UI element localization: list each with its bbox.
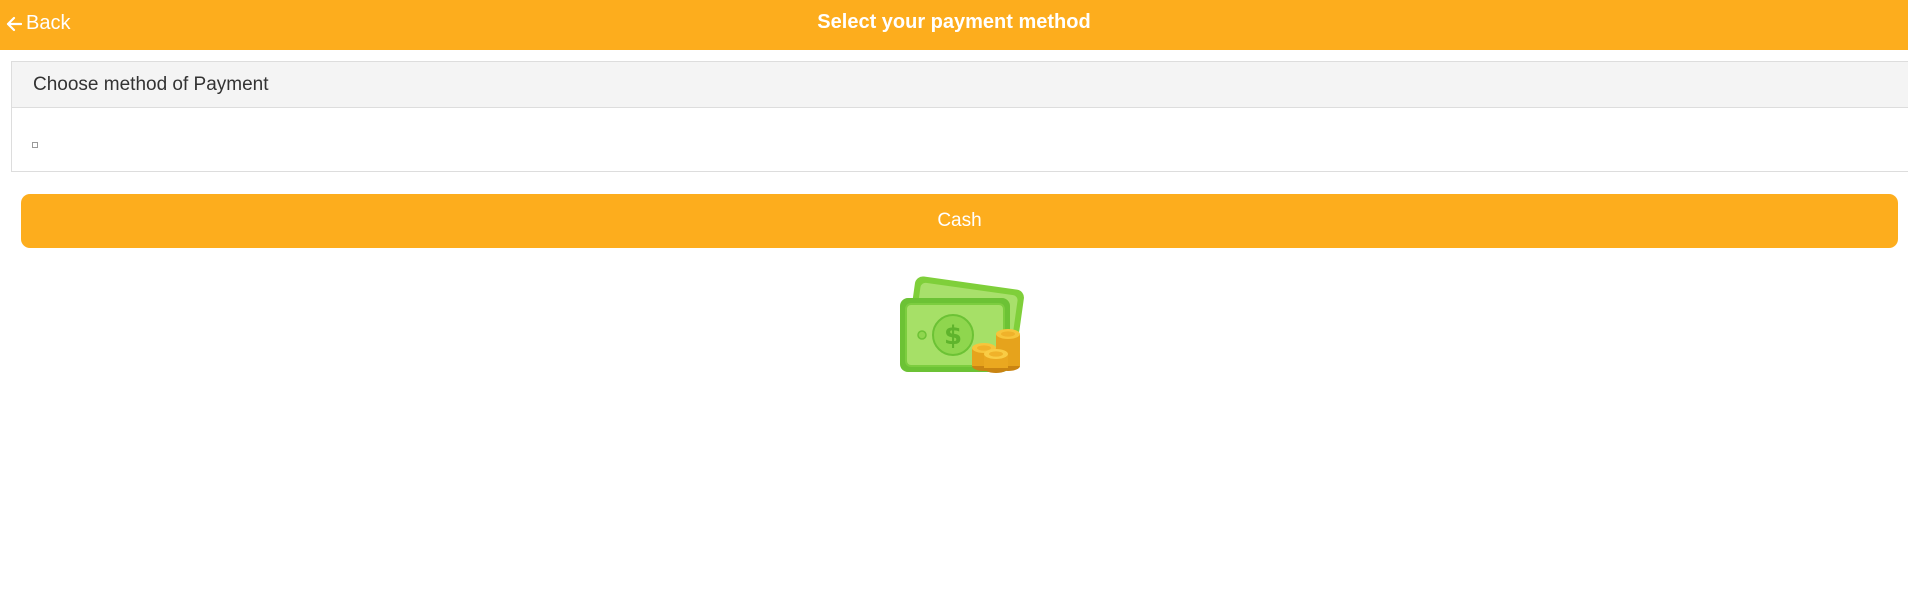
cash-button[interactable]: Cash <box>21 194 1898 248</box>
panel-heading: Choose method of Payment <box>12 62 1908 108</box>
payment-method-panel: Choose method of Payment <box>11 61 1908 172</box>
back-button[interactable]: Back <box>6 10 70 36</box>
cash-money-icon[interactable]: $ <box>896 276 1024 376</box>
top-bar: Back Select your payment method <box>0 0 1908 50</box>
page-title: Select your payment method <box>817 11 1091 33</box>
arrow-left-icon <box>6 15 23 32</box>
svg-text:$: $ <box>944 321 962 351</box>
small-square-icon <box>32 142 38 148</box>
panel-body <box>12 108 1908 172</box>
back-label: Back <box>26 11 71 34</box>
